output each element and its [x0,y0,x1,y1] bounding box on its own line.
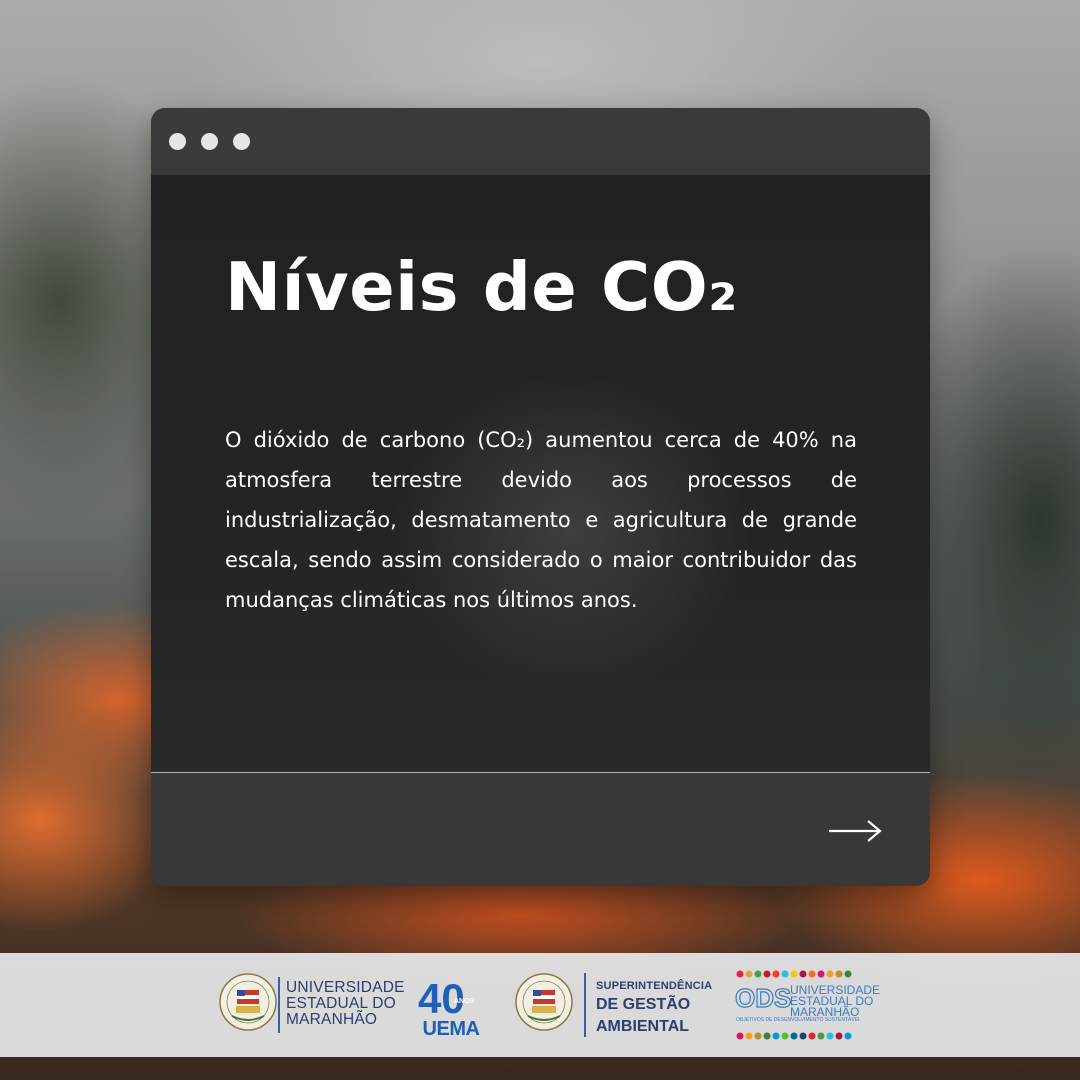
card-divider [151,772,930,773]
content-card: Níveis de CO₂ O dióxido de carbono (CO₂)… [151,108,930,886]
logo-bar: UNIVERSIDADE ESTADUAL DO MARANHÃO 40 ANO… [0,953,1080,1057]
ods-mark: ODS [735,983,791,1013]
uema-line2: ESTADUAL DO [286,995,396,1012]
card-header-bar [151,108,930,175]
arrow-right-icon[interactable] [827,818,883,844]
sga-line2: DE GESTÃO [596,996,691,1013]
uema-seal-logo [515,973,573,1031]
uema-line1: UNIVERSIDADE [286,979,405,996]
window-dot-icon [233,133,250,150]
uema-wordmark: UNIVERSIDADE ESTADUAL DO MARANHÃO [286,980,405,1028]
window-dot-icon [201,133,218,150]
uema40-anos: ANOS [454,998,475,1005]
uema-seal-logo [219,973,277,1031]
ods-subtitle: OBJETIVOS DE DESENVOLVIMENTO SUSTENTÁVEL [736,1017,861,1023]
logo-separator [278,977,280,1033]
card-footer [151,773,930,886]
card-body-text: O dióxido de carbono (CO₂) aumentou cerc… [225,428,857,612]
uema-line3: MARANHÃO [286,1011,378,1028]
ods-wordmark: UNIVERSIDADE ESTADUAL DO MARANHÃO [790,984,880,1018]
sga-wordmark: SUPERINTENDÊNCIA DE GESTÃO AMBIENTAL [596,980,712,1036]
card-title: Níveis de CO₂ [225,248,739,326]
window-dot-icon [169,133,186,150]
sga-line3: AMBIENTAL [596,1018,690,1035]
logo-separator [584,973,586,1037]
uema40-label: UEMA [422,1018,480,1040]
sga-line1: SUPERINTENDÊNCIA [596,980,713,992]
